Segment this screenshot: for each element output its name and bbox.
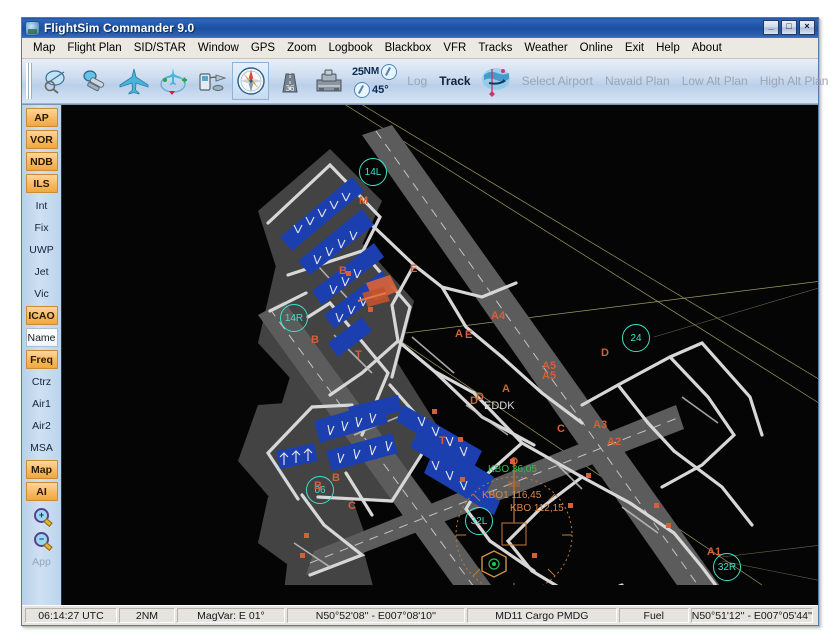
bearing-value: 45 (372, 83, 385, 96)
maximize-button[interactable]: □ (781, 20, 797, 35)
track-button[interactable]: Track (439, 74, 470, 88)
sidebar-item-app: App (32, 556, 51, 568)
zoom-in-glyph: + (34, 507, 49, 523)
fuel-pump-icon[interactable] (193, 62, 230, 100)
range-value: 25 (352, 65, 364, 78)
minimize-button[interactable]: _ (763, 20, 779, 35)
map-canvas[interactable]: 14L 14R 06 32L 32R 24 B E A4 A E B T D A5 A5 D A D T A3 A2 C B B… (62, 105, 818, 605)
close-button[interactable]: × (799, 20, 815, 35)
bearing-compass-icon (354, 82, 370, 98)
sidebar-item-fix[interactable]: Fix (26, 218, 58, 237)
aircraft-icon[interactable] (115, 62, 152, 100)
airport-ground-chart (62, 105, 818, 585)
menu-item-map[interactable]: Map (27, 41, 61, 56)
bearing-unit: ° (384, 83, 389, 96)
toolbar-grip[interactable] (26, 63, 32, 99)
range-compass-icon (381, 64, 398, 80)
minimize-icon: _ (768, 21, 774, 31)
track-globe-icon[interactable] (478, 62, 515, 100)
airport-gate-icon[interactable] (310, 62, 347, 100)
menu-item-window[interactable]: Window (192, 41, 245, 56)
status-aircraft-position: N50°51'12'' - E007°05'44'' (690, 608, 813, 623)
toolbar: 36 25 NM 45 ° Log Track Select Airport N… (22, 59, 828, 104)
sidebar-item-icao[interactable]: ICAO (25, 306, 58, 325)
status-bar: 06:14:27 UTC 2NM MagVar: E 01° N50°52'08… (22, 605, 818, 625)
app-globe-icon (25, 20, 40, 36)
sidebar-item-name[interactable]: Name (25, 328, 58, 347)
left-toolbar: AP VOR NDB ILS Int Fix UWP Jet Vic ICAO … (22, 105, 62, 605)
sidebar-item-ctrz[interactable]: Ctrz (26, 372, 58, 391)
log-button[interactable]: Log (407, 74, 427, 88)
sidebar-item-vic[interactable]: Vic (26, 284, 58, 303)
menu-item-exit[interactable]: Exit (619, 41, 650, 56)
zoom-out-glyph: − (34, 531, 49, 547)
sidebar-item-uwp[interactable]: UWP (26, 240, 58, 259)
search-map-icon[interactable] (37, 62, 74, 100)
radar-scope-icon[interactable] (76, 62, 113, 100)
status-aircraft: MD11 Cargo PMDG (466, 608, 617, 623)
sidebar-item-map[interactable]: Map (25, 460, 58, 479)
client-area: AP VOR NDB ILS Int Fix UWP Jet Vic ICAO … (22, 104, 818, 605)
menu-item-flight-plan[interactable]: Flight Plan (61, 41, 127, 56)
sidebar-item-ndb[interactable]: NDB (25, 152, 58, 171)
status-fuel[interactable]: Fuel (618, 608, 689, 623)
range-bearing-indicator[interactable]: 25 NM 45 ° (352, 63, 399, 99)
application-window: FlightSim Commander 9.0 _ □ × Map Flight… (21, 17, 828, 626)
range-unit: NM (363, 66, 380, 77)
zoom-out-icon[interactable]: − (31, 528, 53, 550)
sidebar-item-vor[interactable]: VOR (25, 130, 58, 149)
sidebar-item-air1[interactable]: Air1 (26, 394, 58, 413)
close-icon: × (804, 21, 810, 31)
high-alt-plan-button[interactable]: High Alt Plan (760, 74, 829, 88)
window-title: FlightSim Commander 9.0 (44, 21, 195, 35)
window-controls: _ □ × (763, 20, 815, 35)
menu-item-zoom[interactable]: Zoom (281, 41, 322, 56)
runway-36-icon[interactable]: 36 (271, 62, 308, 100)
page-root: FlightSim Commander 9.0 _ □ × Map Flight… (0, 0, 840, 643)
menu-item-online[interactable]: Online (574, 41, 619, 56)
maximize-icon: □ (786, 21, 792, 31)
status-cursor-position: N50°52'08'' - E007°08'10'' (286, 608, 465, 623)
status-time: 06:14:27 UTC (25, 608, 117, 623)
menu-item-weather[interactable]: Weather (518, 41, 573, 56)
menu-item-vfr[interactable]: VFR (437, 41, 472, 56)
menu-item-sid-star[interactable]: SID/STAR (128, 41, 192, 56)
sidebar-item-int[interactable]: Int (26, 196, 58, 215)
navaid-plan-button[interactable]: Navaid Plan (605, 74, 670, 88)
sidebar-item-air2[interactable]: Air2 (26, 416, 58, 435)
select-airport-button[interactable]: Select Airport (522, 74, 593, 88)
menu-item-about[interactable]: About (686, 41, 728, 56)
zoom-in-icon[interactable]: + (31, 504, 53, 526)
flight-route-icon[interactable] (154, 62, 191, 100)
compass-rose-icon[interactable] (232, 62, 269, 100)
sidebar-item-ap[interactable]: AP (25, 108, 58, 127)
menu-item-help[interactable]: Help (650, 41, 686, 56)
sidebar-item-ai[interactable]: AI (25, 482, 58, 501)
title-bar: FlightSim Commander 9.0 _ □ × (22, 18, 818, 38)
svg-text:36: 36 (285, 84, 294, 93)
low-alt-plan-button[interactable]: Low Alt Plan (682, 74, 748, 88)
status-magvar: MagVar: E 01° (176, 608, 285, 623)
menu-bar: Map Flight Plan SID/STAR Window GPS Zoom… (22, 38, 818, 59)
menu-item-logbook[interactable]: Logbook (323, 41, 379, 56)
sidebar-item-msa[interactable]: MSA (26, 438, 58, 457)
menu-item-blackbox[interactable]: Blackbox (379, 41, 438, 56)
status-range: 2NM (118, 608, 175, 623)
sidebar-item-jet[interactable]: Jet (26, 262, 58, 281)
menu-item-tracks[interactable]: Tracks (472, 41, 518, 56)
menu-item-gps[interactable]: GPS (245, 41, 281, 56)
sidebar-item-freq[interactable]: Freq (25, 350, 58, 369)
sidebar-item-ils[interactable]: ILS (25, 174, 58, 193)
